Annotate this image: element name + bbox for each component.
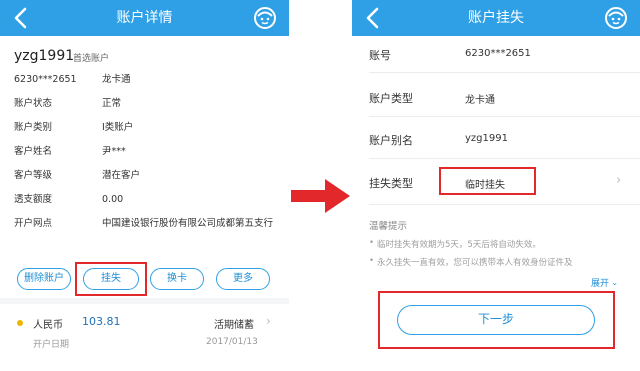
info-label: 客户姓名 bbox=[14, 146, 53, 157]
field-value-account-alias: yzg1991 bbox=[465, 133, 508, 144]
account-info-card: yzg1991 首选账户 6230***2651 龙卡通 账户状态 正常 账户类… bbox=[0, 36, 289, 298]
info-row-category: 账户类别 I类账户 bbox=[14, 122, 133, 134]
info-label: 客户等级 bbox=[14, 170, 53, 181]
hint-item: 永久挂失一直有效，您可以携带本人有效身份证件及 bbox=[369, 256, 572, 268]
field-label-account-type: 账户类型 bbox=[369, 92, 413, 105]
info-value: 中国建设银行股份有限公司成都第五支行 bbox=[102, 218, 274, 229]
info-row-status: 账户状态 正常 bbox=[14, 98, 121, 110]
default-account-tag: 首选账户 bbox=[73, 54, 110, 64]
more-button[interactable]: 更多 bbox=[216, 268, 270, 290]
balance-amount: 103.81 bbox=[82, 315, 121, 328]
info-value: I类账户 bbox=[102, 122, 134, 133]
info-label: 账户类别 bbox=[14, 122, 53, 133]
divider bbox=[369, 116, 640, 117]
info-row-overdraft: 透支额度 0.00 bbox=[14, 194, 123, 206]
info-value: 0.00 bbox=[102, 194, 124, 205]
chevron-down-icon: › bbox=[608, 282, 619, 286]
info-value: 正常 bbox=[102, 98, 122, 109]
account-name: yzg1991 bbox=[14, 48, 75, 64]
divider bbox=[369, 72, 640, 73]
info-row-branch: 开户网点 中国建设银行股份有限公司成都第五支行 bbox=[14, 218, 273, 230]
info-label: 透支额度 bbox=[14, 194, 53, 205]
assistant-icon[interactable] bbox=[604, 6, 628, 30]
balance-list-item[interactable]: 人民币 103.81 活期储蓄 › 开户日期 2017/01/13 bbox=[0, 304, 289, 371]
field-label-account-alias: 账户别名 bbox=[369, 134, 413, 147]
info-row-customer-level: 客户等级 潜在客户 bbox=[14, 170, 140, 182]
info-value: 潜在客户 bbox=[102, 170, 141, 181]
field-label-account-number: 账号 bbox=[369, 49, 391, 62]
info-row-customer-name: 客户姓名 尹*** bbox=[14, 146, 126, 158]
info-row-card-number: 6230***2651 龙卡通 bbox=[14, 74, 131, 86]
info-value: 尹*** bbox=[102, 146, 126, 157]
info-value: 龙卡通 bbox=[102, 74, 131, 85]
info-label: 6230***2651 bbox=[14, 74, 77, 85]
top-nav-bar: 账户详情 bbox=[0, 0, 289, 36]
currency-dot bbox=[17, 320, 23, 326]
report-loss-screen: 账户挂失 账号 6230***2651 账户类型 龙卡通 账户别名 yzg199… bbox=[352, 0, 640, 371]
hint-item: 临时挂失有效期为5天，5天后将自动失效。 bbox=[369, 238, 541, 250]
assistant-icon[interactable] bbox=[253, 6, 277, 30]
chevron-right-icon: › bbox=[266, 314, 271, 328]
right-arrow-icon bbox=[291, 179, 350, 213]
page-title: 账户挂失 bbox=[468, 10, 524, 26]
currency-label: 人民币 bbox=[33, 320, 63, 331]
expand-link[interactable]: 展开 › bbox=[591, 276, 619, 289]
delete-account-button[interactable]: 删除账户 bbox=[17, 268, 71, 290]
deposit-type: 活期储蓄 bbox=[214, 320, 254, 331]
highlight-box bbox=[75, 262, 147, 296]
open-date-label: 开户日期 bbox=[33, 340, 70, 350]
divider bbox=[369, 158, 640, 159]
page-title: 账户详情 bbox=[116, 10, 173, 26]
account-details-screen: 账户详情 yzg1991 首选账户 6230***2651 龙卡通 账户状态 正… bbox=[0, 0, 289, 371]
divider bbox=[369, 204, 640, 205]
expand-label: 展开 bbox=[591, 279, 610, 289]
top-nav-bar: 账户挂失 bbox=[352, 0, 640, 36]
info-label: 账户状态 bbox=[14, 98, 53, 109]
field-label-loss-type: 挂失类型 bbox=[369, 177, 413, 190]
field-value-account-number: 6230***2651 bbox=[465, 48, 531, 59]
open-date: 2017/01/13 bbox=[206, 337, 258, 347]
change-card-button[interactable]: 换卡 bbox=[150, 268, 204, 290]
highlight-box bbox=[439, 167, 536, 195]
field-value-account-type: 龙卡通 bbox=[465, 95, 495, 106]
hint-title: 温馨提示 bbox=[369, 221, 408, 232]
info-label: 开户网点 bbox=[14, 218, 53, 229]
highlight-box bbox=[378, 291, 615, 349]
chevron-right-icon[interactable]: › bbox=[616, 173, 621, 188]
